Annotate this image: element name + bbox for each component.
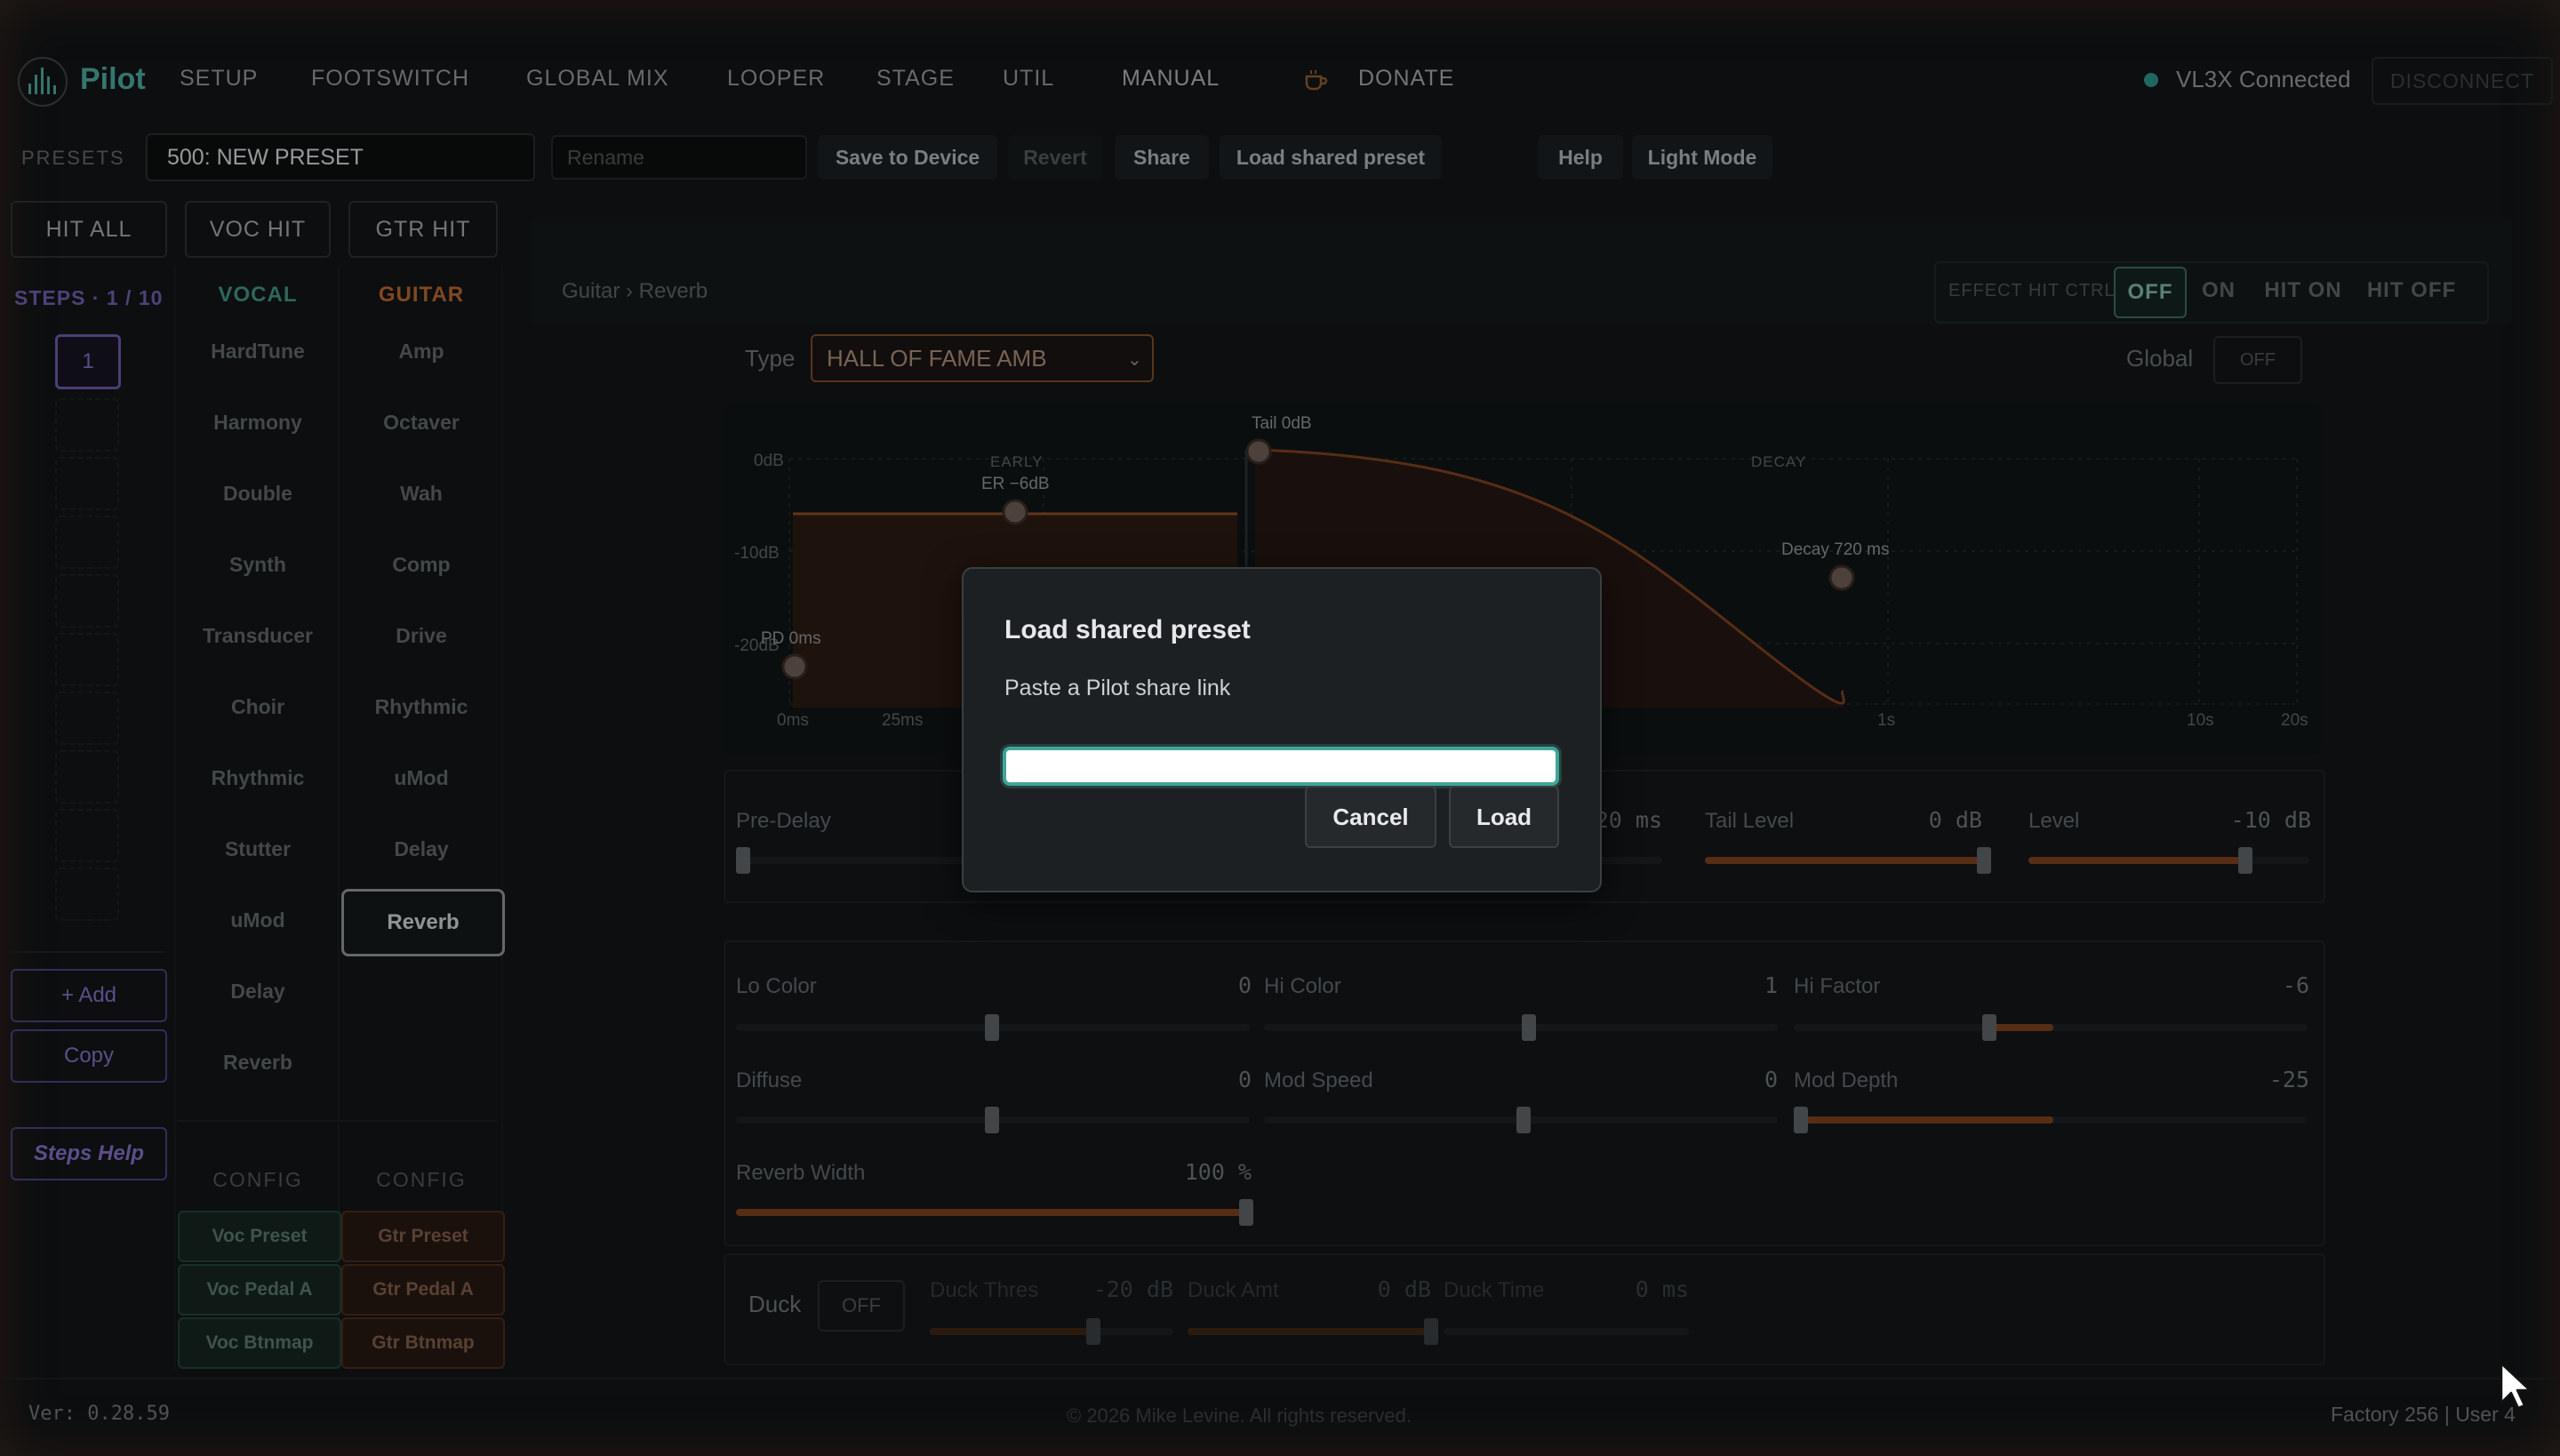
dialog-title: Load shared preset xyxy=(1004,615,1251,644)
mouse-cursor-icon xyxy=(2498,1360,2533,1413)
cancel-button[interactable]: Cancel xyxy=(1305,786,1436,848)
share-link-input[interactable] xyxy=(1003,747,1559,786)
load-shared-preset-dialog: Load shared preset Paste a Pilot share l… xyxy=(962,567,1602,892)
dialog-subtitle: Paste a Pilot share link xyxy=(1004,676,1231,700)
load-button[interactable]: Load xyxy=(1449,786,1559,848)
